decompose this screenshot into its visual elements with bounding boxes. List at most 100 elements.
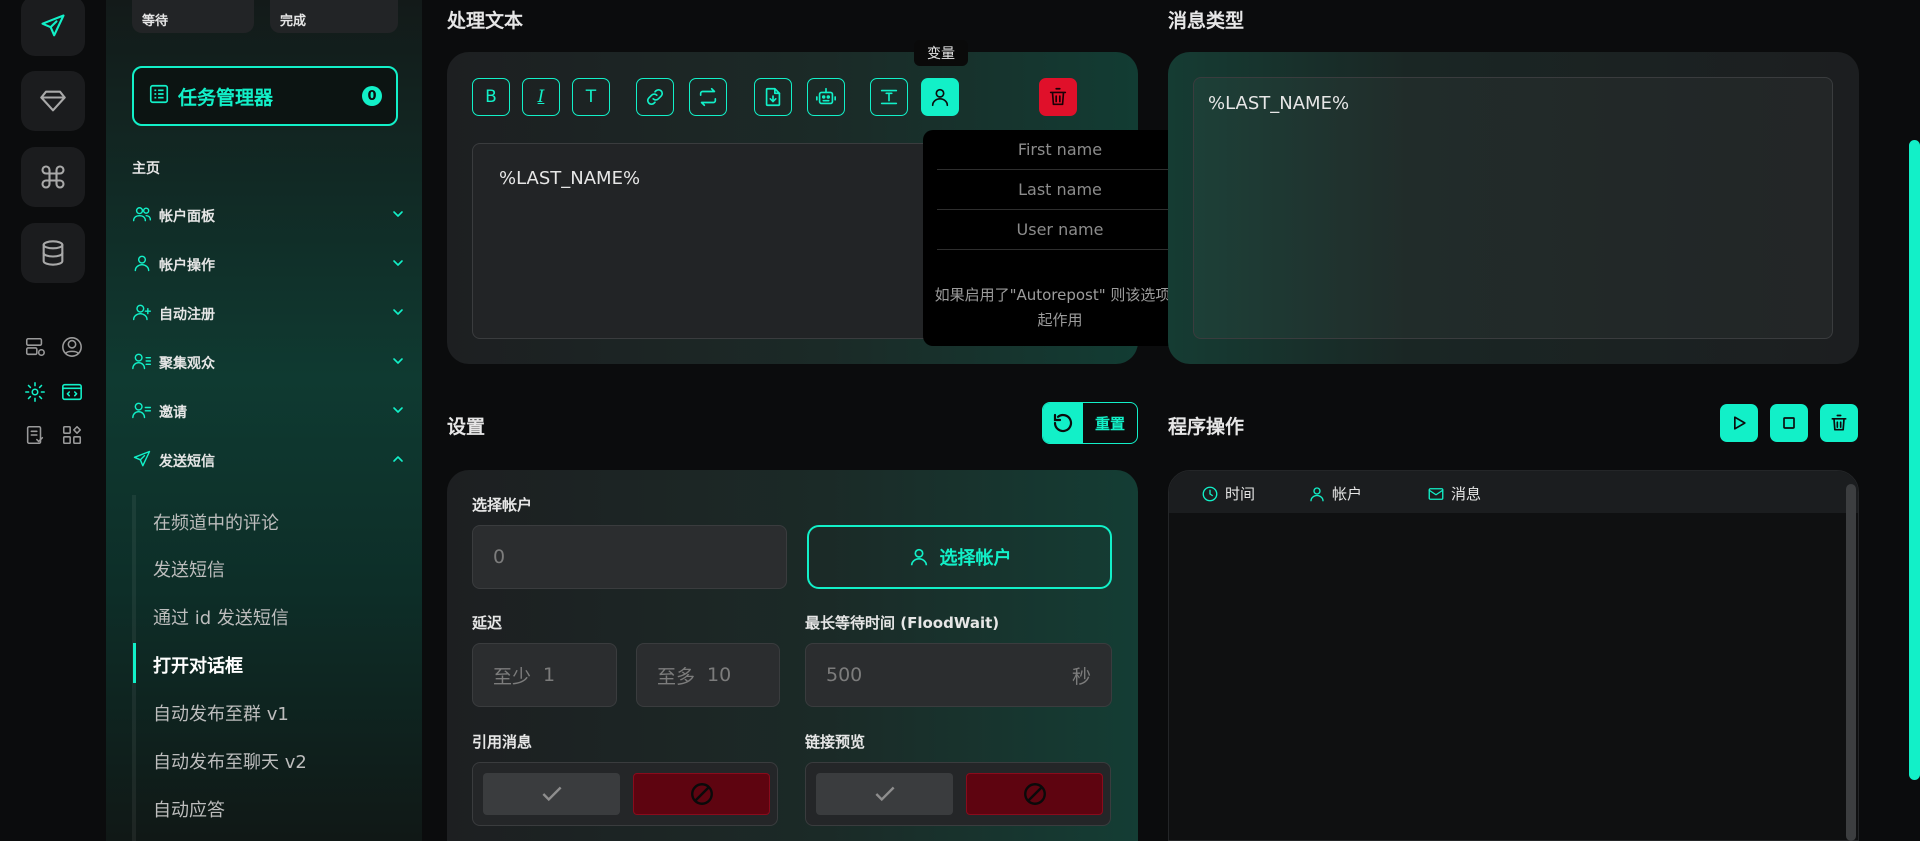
bold-icon: B: [485, 87, 497, 107]
link-preview-enable-button[interactable]: [816, 773, 953, 815]
repeat-icon: [699, 87, 717, 107]
submenu-item[interactable]: 发送短信: [153, 556, 225, 582]
send-icon: [132, 449, 152, 473]
log-col-message[interactable]: 消息: [1427, 483, 1481, 504]
delay-max-prefix: 至多: [657, 665, 696, 688]
delay-max-value: 10: [707, 664, 732, 686]
select-account-button-label: 选择帐户: [939, 548, 1012, 569]
link-preview-toggle: [805, 762, 1111, 826]
stop-button[interactable]: [1770, 404, 1808, 442]
sidebar-item-label: 聚集观众: [159, 356, 215, 372]
rail-code-button[interactable]: [59, 379, 85, 405]
clear-log-button[interactable]: [1820, 404, 1858, 442]
status-done-label: 完成: [280, 14, 307, 29]
task-manager-button[interactable]: 任务管理器 0: [132, 66, 398, 126]
gear-icon: [25, 382, 45, 402]
variable-last-name[interactable]: Last name: [937, 170, 1183, 210]
sidebar-item-gather-audience[interactable]: 聚集观众: [132, 351, 406, 375]
sidebar-item-account-actions[interactable]: 帐户操作: [132, 253, 406, 277]
delay-min-input[interactable]: 至少 1: [472, 643, 617, 707]
user-icon: [1310, 486, 1324, 501]
submenu-item[interactable]: 在频道中的评论: [153, 509, 279, 535]
account-count-value: 0: [493, 546, 506, 568]
select-account-button[interactable]: 选择帐户: [807, 525, 1112, 589]
status-waiting-box[interactable]: 等待: [132, 0, 254, 33]
rail-profile-button[interactable]: [59, 334, 85, 360]
quote-message-toggle: [472, 762, 778, 826]
play-icon: [1734, 416, 1746, 430]
quote-message-disable-button[interactable]: [633, 773, 770, 815]
rail-settings-button[interactable]: [22, 379, 48, 405]
start-button[interactable]: [1720, 404, 1758, 442]
floodwait-input[interactable]: 500 秒: [805, 643, 1112, 707]
log-col-message-label: 消息: [1451, 485, 1482, 503]
delay-max-input[interactable]: 至多 10: [636, 643, 780, 707]
chevron-down-icon: [390, 304, 406, 324]
rail-widgets-button[interactable]: [59, 422, 85, 448]
variable-first-name[interactable]: First name: [937, 130, 1183, 170]
link-button[interactable]: [636, 78, 674, 116]
file-button[interactable]: [754, 78, 792, 116]
submenu-item[interactable]: 自动发布至聊天 v2: [153, 748, 307, 774]
server-settings-icon: [25, 337, 45, 357]
clear-text-button[interactable]: [1039, 78, 1077, 116]
checklist-icon: [26, 425, 44, 445]
log-scrollbar[interactable]: [1846, 484, 1856, 841]
text-button[interactable]: T: [572, 78, 610, 116]
users-icon: [132, 204, 152, 228]
variable-user-name[interactable]: User name: [937, 210, 1183, 250]
variables-tooltip: 变量: [914, 40, 968, 66]
message-type-textarea[interactable]: %LAST_NAME%: [1193, 77, 1833, 339]
chevron-up-icon: [390, 451, 406, 471]
reset-button[interactable]: 重置: [1042, 402, 1138, 444]
sidebar-item-auto-register[interactable]: 自动注册: [132, 302, 406, 326]
sidebar-item-send-sms[interactable]: 发送短信: [132, 449, 406, 473]
chevron-down-icon: [390, 206, 406, 226]
sidebar-item-label: 邀请: [159, 405, 187, 421]
sidebar-item-account-panel[interactable]: 帐户面板: [132, 204, 406, 228]
submenu-item[interactable]: 通过 id 发送短信: [153, 604, 289, 630]
account-count-input[interactable]: 0: [472, 525, 787, 589]
repost-button[interactable]: [689, 78, 727, 116]
log-col-account-label: 帐户: [1332, 485, 1363, 503]
diamond-icon: [40, 90, 66, 112]
rail-database-button[interactable]: [21, 223, 85, 283]
submenu-item[interactable]: 自动应答: [153, 796, 225, 822]
italic-button[interactable]: I: [522, 78, 560, 116]
sidebar-item-label: 自动注册: [159, 307, 215, 323]
floodwait-label: 最长等待时间 (FloodWait): [805, 614, 1000, 632]
log-col-time-label: 时间: [1225, 485, 1256, 503]
sidebar-item-invite[interactable]: 邀请: [132, 400, 406, 424]
trash-icon: [1049, 87, 1067, 106]
delay-min-prefix: 至少: [493, 665, 532, 688]
format-button[interactable]: [870, 78, 908, 116]
sidebar-item-label: 帐户操作: [159, 258, 215, 274]
rail-diamond-button[interactable]: [21, 71, 85, 131]
sidebar-home[interactable]: 主页: [132, 158, 160, 178]
link-preview-disable-button[interactable]: [966, 773, 1103, 815]
reset-icon: [1043, 403, 1083, 443]
program-title: 程序操作: [1168, 416, 1245, 438]
rail-command-button[interactable]: [21, 147, 85, 207]
status-done-box[interactable]: 完成: [270, 0, 398, 33]
widgets-icon: [62, 425, 82, 445]
rail-checklist-button[interactable]: [22, 422, 48, 448]
rail-send-button[interactable]: [21, 0, 85, 56]
submenu-item[interactable]: 自动发布至群 v1: [153, 700, 289, 726]
quote-message-enable-button[interactable]: [483, 773, 620, 815]
variables-button[interactable]: [921, 78, 959, 116]
log-col-account[interactable]: 帐户: [1308, 483, 1362, 504]
reset-label: 重置: [1094, 414, 1125, 433]
bold-button[interactable]: B: [472, 78, 510, 116]
text-format-icon: [880, 89, 898, 105]
ban-icon: [690, 783, 713, 805]
bot-button[interactable]: [807, 78, 845, 116]
submenu-item-active[interactable]: 打开对话框: [153, 652, 243, 678]
rail-server-button[interactable]: [22, 334, 48, 360]
log-col-time[interactable]: 时间: [1201, 483, 1255, 504]
user-icon: [931, 88, 949, 107]
delay-min-value: 1: [543, 664, 556, 686]
editor-textarea[interactable]: %LAST_NAME%: [472, 143, 972, 339]
variables-note: 如果启用了"Autorepost" 则该选项不起作用: [934, 286, 1186, 329]
page-scrollbar[interactable]: [1909, 140, 1920, 780]
